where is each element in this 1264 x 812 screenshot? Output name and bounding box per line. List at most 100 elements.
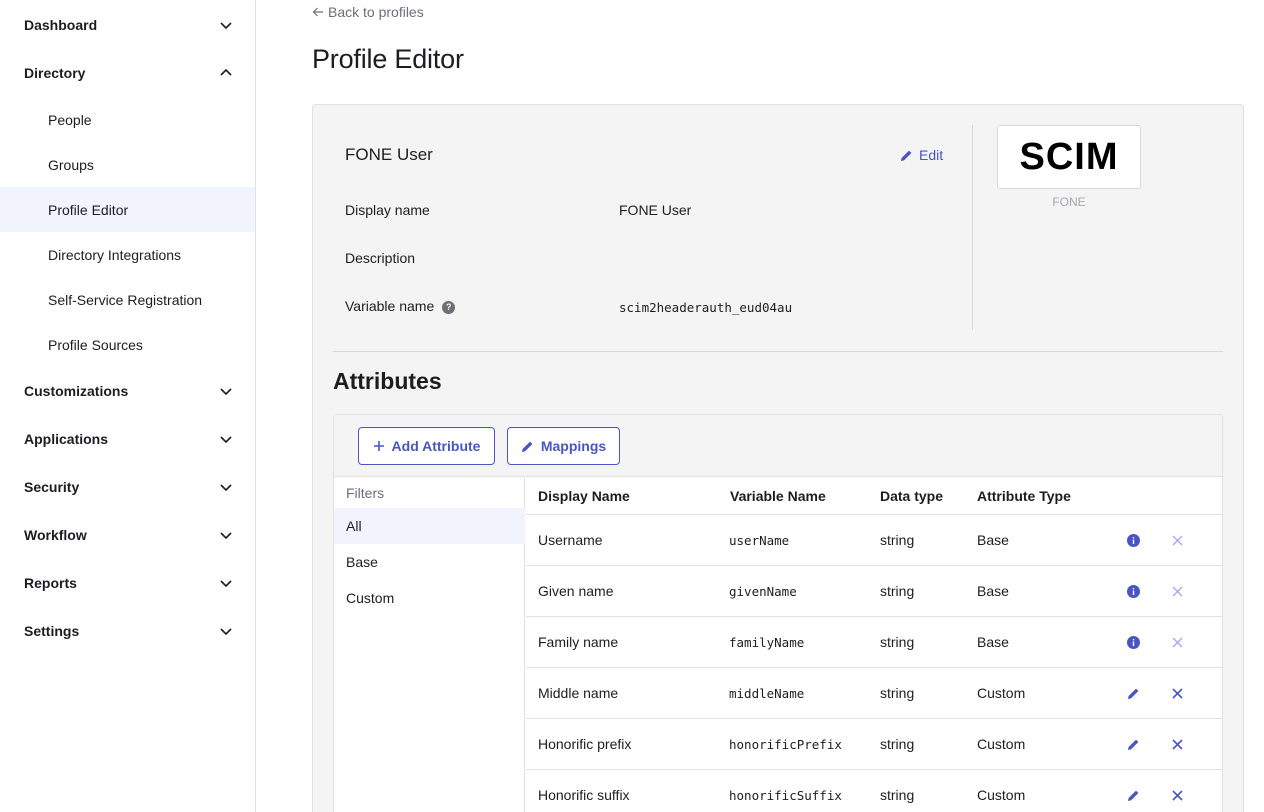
sidebar-section-security[interactable]: Security xyxy=(0,467,255,507)
pencil-icon[interactable] xyxy=(1125,736,1141,752)
help-icon[interactable]: ? xyxy=(442,301,456,314)
pencil-icon xyxy=(521,441,533,452)
sidebar-section-settings[interactable]: Settings xyxy=(0,611,255,651)
info-icon[interactable] xyxy=(1125,634,1141,650)
filter-custom[interactable]: Custom xyxy=(334,580,525,616)
delete-icon[interactable] xyxy=(1169,787,1185,803)
scim-logo: SCIM xyxy=(1020,137,1119,177)
cell-data-type: string xyxy=(880,736,915,752)
cell-display-name: Family name xyxy=(538,634,619,650)
sidebar-item-directory-integrations[interactable]: Directory Integrations xyxy=(0,232,255,277)
logo-caption: FONE xyxy=(1052,195,1086,209)
chevron-down-icon xyxy=(220,628,232,636)
sidebar-section-dashboard[interactable]: Dashboard xyxy=(0,5,255,45)
cell-display-name: Honorific suffix xyxy=(538,787,630,803)
sidebar-section-label: Security xyxy=(24,479,80,495)
sidebar-section-workflow[interactable]: Workflow xyxy=(0,515,255,555)
field-value-variable-name: scim2headerauth_eud04au xyxy=(619,300,793,315)
sidebar-item-profile-editor[interactable]: Profile Editor xyxy=(0,187,255,232)
sidebar-section-customizations[interactable]: Customizations xyxy=(0,371,255,411)
chevron-down-icon xyxy=(220,436,232,444)
vertical-divider xyxy=(972,125,973,330)
column-header-variable-name[interactable]: Variable Name xyxy=(730,488,826,504)
cell-data-type: string xyxy=(880,583,915,599)
cell-attribute-type: Base xyxy=(977,532,1009,548)
info-icon[interactable] xyxy=(1125,583,1141,599)
pencil-icon[interactable] xyxy=(1125,685,1141,701)
cell-display-name: Honorific prefix xyxy=(538,736,632,752)
chevron-down-icon xyxy=(220,22,232,30)
cell-attribute-type: Custom xyxy=(977,736,1026,752)
column-header-attribute-type[interactable]: Attribute Type xyxy=(977,488,1071,504)
sidebar: Dashboard Directory People Groups Profil… xyxy=(0,0,256,812)
delete-icon[interactable] xyxy=(1169,736,1185,752)
cell-display-name: Middle name xyxy=(538,685,619,701)
sidebar-section-label: Settings xyxy=(24,623,80,639)
edit-profile-link[interactable]: Edit xyxy=(900,147,943,163)
sidebar-item-profile-sources[interactable]: Profile Sources xyxy=(0,322,255,367)
delete-icon[interactable] xyxy=(1169,685,1185,701)
pencil-icon xyxy=(901,150,912,161)
filter-base[interactable]: Base xyxy=(334,544,525,580)
delete-icon-disabled xyxy=(1169,583,1185,599)
filter-all[interactable]: All xyxy=(334,508,525,544)
back-to-profiles-link[interactable]: Back to profiles xyxy=(312,4,424,20)
sidebar-section-label: Customizations xyxy=(24,383,129,399)
mappings-button[interactable]: Mappings xyxy=(507,427,620,465)
sidebar-section-reports[interactable]: Reports xyxy=(0,563,255,603)
cell-attribute-type: Base xyxy=(977,583,1009,599)
cell-attribute-type: Custom xyxy=(977,685,1026,701)
sidebar-section-label: Workflow xyxy=(24,527,87,543)
field-label-description: Description xyxy=(345,250,416,266)
app-logo: SCIM xyxy=(997,125,1141,189)
sidebar-item-people[interactable]: People xyxy=(0,97,255,142)
sidebar-section-label: Directory xyxy=(24,65,86,81)
column-header-data-type[interactable]: Data type xyxy=(880,488,943,504)
sidebar-item-self-service-registration[interactable]: Self-Service Registration xyxy=(0,277,255,322)
cell-variable-name: familyName xyxy=(729,634,805,650)
info-icon[interactable] xyxy=(1125,532,1141,548)
cell-variable-name: honorificSuffix xyxy=(729,787,842,803)
delete-icon-disabled xyxy=(1169,532,1185,548)
plus-icon xyxy=(373,441,384,451)
cell-data-type: string xyxy=(880,634,915,650)
svg-text:SCIM: SCIM xyxy=(1020,137,1119,177)
chevron-down-icon xyxy=(220,532,232,540)
field-label-variable-name: Variable name? xyxy=(345,298,456,314)
page-title: Profile Editor xyxy=(312,44,464,74)
cell-attribute-type: Base xyxy=(977,634,1009,650)
column-header-display-name[interactable]: Display Name xyxy=(538,488,630,504)
chevron-down-icon xyxy=(220,580,232,588)
mappings-label: Mappings xyxy=(540,438,607,454)
table-row: Honorific prefix honorificPrefix string … xyxy=(526,719,1222,770)
edit-label: Edit xyxy=(919,147,944,163)
profile-name: FONE User xyxy=(345,145,433,164)
horizontal-divider xyxy=(333,351,1223,352)
delete-icon-disabled xyxy=(1169,634,1185,650)
pencil-icon[interactable] xyxy=(1125,787,1141,803)
arrow-left-icon xyxy=(312,7,323,17)
cell-variable-name: honorificPrefix xyxy=(729,736,842,752)
table-row: Honorific suffix honorificSuffix string … xyxy=(526,770,1222,812)
chevron-down-icon xyxy=(220,388,232,396)
chevron-up-icon xyxy=(220,68,232,76)
add-attribute-button[interactable]: Add Attribute xyxy=(358,427,495,465)
table-row: Family name familyName string Base xyxy=(526,617,1222,668)
cell-variable-name: middleName xyxy=(729,685,805,701)
cell-data-type: string xyxy=(880,532,915,548)
chevron-down-icon xyxy=(220,484,232,492)
sidebar-section-label: Reports xyxy=(24,575,77,591)
sidebar-section-directory[interactable]: Directory xyxy=(0,53,255,93)
sidebar-item-groups[interactable]: Groups xyxy=(0,142,255,187)
add-attribute-label: Add Attribute xyxy=(391,438,481,454)
table-row: Given name givenName string Base xyxy=(526,566,1222,617)
cell-display-name: Given name xyxy=(538,583,614,599)
attributes-title: Attributes xyxy=(333,368,442,394)
cell-data-type: string xyxy=(880,685,915,701)
cell-variable-name: givenName xyxy=(729,583,797,599)
back-link-label: Back to profiles xyxy=(328,4,424,20)
sidebar-section-label: Applications xyxy=(24,431,109,447)
cell-attribute-type: Custom xyxy=(977,787,1026,803)
sidebar-section-applications[interactable]: Applications xyxy=(0,419,255,459)
table-row: Username userName string Base xyxy=(526,515,1222,566)
